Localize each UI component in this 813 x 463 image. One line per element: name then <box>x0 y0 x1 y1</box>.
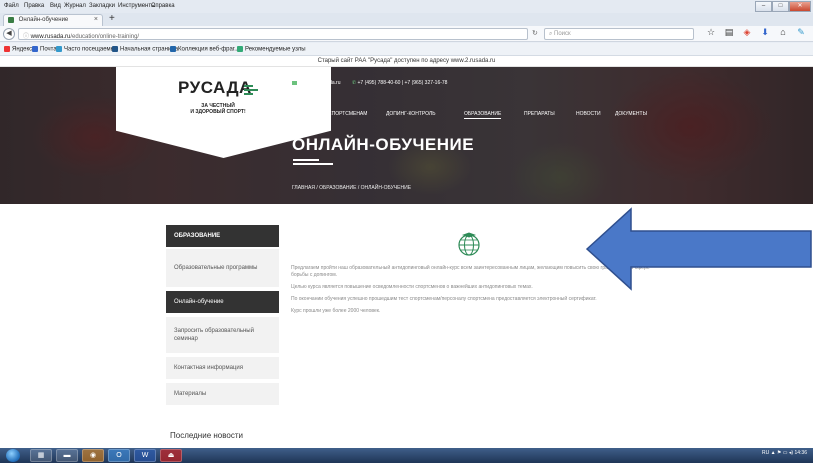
sidebar-item-label: Контактная информация <box>174 365 243 371</box>
sidebar-item-materials[interactable]: Материалы <box>166 383 279 405</box>
window-close-button[interactable]: ✕ <box>789 1 811 12</box>
bookmark-web-slices[interactable]: Коллекция веб-фраг... <box>170 46 239 53</box>
nav-athletes[interactable]: СПОРТСМЕНАМ <box>328 111 367 117</box>
search-placeholder: Поиск <box>554 31 571 37</box>
course-paragraph: По окончании обучения успешно прошедшим … <box>291 296 597 302</box>
pocket-icon[interactable]: ◈ <box>741 27 753 38</box>
site-slogan: ЗА ЧЕСТНЫЙ И ЗДОРОВЫЙ СПОРТ! <box>190 103 246 115</box>
menu-view[interactable]: Вид <box>50 3 61 9</box>
menu-file[interactable]: Файл <box>4 3 19 9</box>
menu-help[interactable]: Справка <box>151 3 175 9</box>
tray-clock[interactable]: 14:36 <box>794 450 807 456</box>
slice-icon <box>170 46 176 52</box>
minimize-button[interactable]: – <box>755 1 772 12</box>
home-icon[interactable]: ⌂ <box>777 27 789 38</box>
toolbar-icons: ☆ ▤ ◈ ⬇ ⌂ ✎ ≡ <box>705 27 813 38</box>
breadcrumb[interactable]: ГЛАВНАЯ / ОБРАЗОВАНИЕ / ОНЛАЙН-ОБУЧЕНИЕ <box>292 185 411 191</box>
window-controls: – □ ✕ <box>755 1 811 12</box>
sidebar-item-request-seminar[interactable]: Запросить образовательный семинар <box>166 317 279 353</box>
nav-news[interactable]: НОВОСТИ <box>576 111 601 117</box>
nav-substances[interactable]: ПРЕПАРАТЫ <box>524 111 555 117</box>
menu-history[interactable]: Журнал <box>64 3 86 9</box>
contact-phone[interactable]: +7 (495) 788-40-60 | +7 (965) 327-16-78 <box>357 80 447 86</box>
url-host: www.rusada.ru <box>30 34 71 40</box>
navigation-bar: ◀ ⓘ www.rusada.ru/education/online-train… <box>0 26 813 42</box>
address-bar[interactable]: ⓘ www.rusada.ru/education/online-trainin… <box>18 28 528 40</box>
old-site-notice[interactable]: Старый сайт РАА "Русада" доступен по адр… <box>0 56 813 67</box>
education-sidebar: ОБРАЗОВАНИЕ Образовательные программы Он… <box>166 225 279 405</box>
bookmark-mail[interactable]: Почта <box>32 46 57 53</box>
page-title: ОНЛАЙН-ОБУЧЕНИЕ <box>292 135 475 154</box>
sidebar-item-label: Онлайн-обучение <box>174 299 224 305</box>
sidebar-item-label: Запросить образовательный семинар <box>174 328 254 342</box>
maximize-button[interactable]: □ <box>772 1 789 12</box>
outlook-taskbar-icon[interactable]: O <box>108 449 130 462</box>
email-icon <box>292 80 297 85</box>
reload-icon[interactable]: ↻ <box>532 29 538 37</box>
contact-email[interactable]: rusada@rusada.ru <box>299 80 341 86</box>
yandex-icon <box>4 46 10 52</box>
bookmark-frequent[interactable]: Часто посещаемые <box>56 46 118 53</box>
new-tab-button[interactable]: + <box>109 13 115 24</box>
bookmark-recommended[interactable]: Рекомендуемые узлы <box>237 46 306 53</box>
recommended-icon <box>237 46 243 52</box>
menu-bar: Файл Правка Вид Журнал Закладки Инструме… <box>0 0 813 13</box>
download-icon[interactable]: ⬇ <box>759 27 771 38</box>
pdf-taskbar-icon[interactable]: ⏏ <box>160 449 182 462</box>
browser-tab-active[interactable]: Онлайн-обучение × <box>3 14 103 26</box>
page-icon <box>112 46 118 52</box>
nav-documents[interactable]: ДОКУМЕНТЫ <box>615 111 647 117</box>
heading-underline <box>293 159 319 161</box>
nav-about[interactable]: О НАС <box>292 111 308 117</box>
nav-doping-control[interactable]: ДОПИНГ-КОНТРОЛЬ <box>386 111 435 117</box>
bookmark-start-page[interactable]: Начальная страница <box>112 46 178 53</box>
latest-news-heading: Последние новости <box>170 431 243 440</box>
annotation-arrow-icon <box>585 207 812 291</box>
system-tray: RU ▲ ⚑ ▭ ◂) 14:36 <box>762 450 807 456</box>
bookmark-star-icon[interactable]: ☆ <box>705 27 717 38</box>
phone-icon: ✆ <box>351 80 357 86</box>
tab-title: Онлайн-обучение <box>18 17 69 23</box>
favicon-icon <box>8 17 14 23</box>
sidebar-item-online-training[interactable]: Онлайн-обучение <box>166 291 279 313</box>
menu-edit[interactable]: Правка <box>24 3 44 9</box>
extension-icon[interactable]: ✎ <box>795 27 807 38</box>
back-button[interactable]: ◀ <box>3 28 15 40</box>
menu-tools[interactable]: Инструменты <box>118 3 155 9</box>
tray-icons[interactable]: ▲ ⚑ ▭ ◂) <box>771 450 795 456</box>
tab-close-icon[interactable]: × <box>94 16 98 23</box>
search-input[interactable]: ⌕ Поиск <box>544 28 694 40</box>
bookmark-yandex[interactable]: Яндекс <box>4 46 32 53</box>
lock-icon: ⓘ <box>23 34 31 40</box>
start-button-icon[interactable] <box>6 449 20 462</box>
globe-course-icon <box>458 232 480 256</box>
sidebar-item-label: Образовательные программы <box>174 265 258 271</box>
windows-taskbar: ▦ ▬ ◉ O W ⏏ RU ▲ ⚑ ▭ ◂) 14:36 <box>0 448 813 463</box>
url-path: /education/online-training/ <box>70 34 140 40</box>
nav-education[interactable]: ОБРАЗОВАНИЕ <box>464 111 502 119</box>
course-paragraph: Курс прошли уже более 2000 человек. <box>291 308 381 314</box>
bookmarks-bar: Яндекс Почта Часто посещаемые Начальная … <box>0 43 813 56</box>
sidebar-item-contacts[interactable]: Контактная информация <box>166 357 279 379</box>
logo-mark-icon <box>244 84 258 96</box>
header-contacts: rusada@rusada.ru ✆ +7 (495) 788-40-60 | … <box>292 80 447 86</box>
mail-icon <box>32 46 38 52</box>
tab-bar: Онлайн-обучение × + <box>0 13 813 26</box>
sidebar-item-programs[interactable]: Образовательные программы <box>166 249 279 287</box>
language-indicator[interactable]: RU <box>762 450 769 456</box>
library-icon[interactable]: ▤ <box>723 27 735 38</box>
menu-bookmarks[interactable]: Закладки <box>89 3 115 9</box>
firefox-taskbar-icon[interactable]: ◉ <box>82 449 104 462</box>
globe-icon <box>56 46 62 52</box>
site-logo[interactable]: РУСАДА <box>178 78 252 98</box>
heading-underline-2 <box>293 163 333 165</box>
word-taskbar-icon[interactable]: W <box>134 449 156 462</box>
sidebar-title: ОБРАЗОВАНИЕ <box>166 225 279 247</box>
folder-taskbar-icon[interactable]: ▬ <box>56 449 78 462</box>
sidebar-item-label: Материалы <box>174 391 207 397</box>
explorer-taskbar-icon[interactable]: ▦ <box>30 449 52 462</box>
